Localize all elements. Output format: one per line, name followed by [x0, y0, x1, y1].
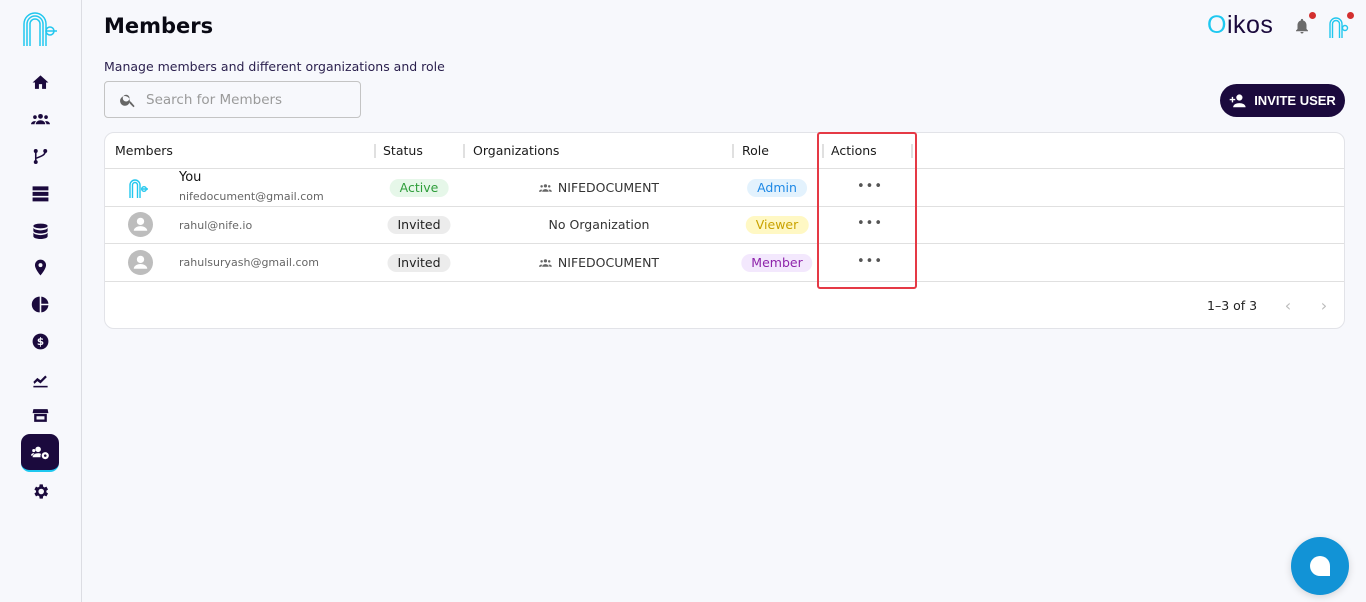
column-divider[interactable] [463, 144, 465, 158]
column-divider[interactable] [911, 144, 913, 158]
status-badge: Invited [387, 216, 451, 234]
server-icon [32, 185, 48, 201]
role-badge: Admin [747, 179, 807, 197]
invite-user-button[interactable]: INVITE USER [1220, 84, 1345, 117]
brand-prefix: O [1207, 11, 1227, 39]
sidebar-item-analytics[interactable] [21, 285, 59, 323]
location-pin-icon [34, 259, 46, 275]
table-row[interactable]: rahulsuryash@gmail.com Invited NIFEDOCUM… [105, 244, 1344, 282]
organization-name: NIFEDOCUMENT [557, 180, 660, 195]
invite-user-label: INVITE USER [1254, 93, 1336, 108]
page-subtitle: Manage members and different organizatio… [104, 59, 445, 74]
sidebar-item-teams[interactable] [21, 100, 59, 138]
groups-icon [30, 113, 50, 124]
storefront-icon [32, 408, 48, 422]
sidebar-item-storage[interactable] [21, 174, 59, 212]
sidebar-item-members[interactable] [21, 434, 59, 472]
chat-widget-button[interactable] [1291, 537, 1349, 595]
gear-icon [33, 483, 48, 499]
organization-cell: NIFEDOCUMENT [538, 180, 660, 195]
organization-cell: No Organization [549, 217, 650, 232]
groups-icon [538, 183, 552, 192]
home-icon [32, 74, 48, 89]
default-user-icon [133, 217, 148, 231]
dollar-icon: $ [32, 333, 48, 349]
sidebar-item-billing[interactable]: $ [21, 322, 59, 360]
manage-accounts-icon [30, 446, 49, 459]
notifications-button[interactable] [1293, 17, 1311, 35]
member-email: rahul@nife.io [179, 219, 253, 232]
brand-name: Oikos [1207, 11, 1273, 40]
sidebar-item-marketplace[interactable] [21, 396, 59, 434]
sidebar-item-locations[interactable] [21, 248, 59, 286]
column-divider[interactable] [732, 144, 734, 158]
database-icon [32, 223, 48, 239]
table-row[interactable]: You nifedocument@gmail.com Active NIFEDO… [105, 169, 1344, 207]
column-divider[interactable] [822, 144, 824, 158]
branch-icon [33, 148, 47, 164]
avatar [128, 250, 153, 275]
sidebar-item-databases[interactable] [21, 212, 59, 250]
previous-page-button[interactable]: ‹ [1276, 293, 1300, 317]
member-name: You [179, 170, 202, 185]
brand-avatar-icon [129, 179, 148, 198]
pie-chart-icon [31, 296, 48, 312]
status-badge: Active [389, 179, 449, 197]
row-actions-menu[interactable]: ••• [857, 179, 882, 194]
sidebar: $ [0, 0, 82, 602]
notification-badge [1309, 12, 1316, 19]
default-user-icon [133, 255, 148, 269]
avatar [128, 212, 153, 237]
person-add-icon [1229, 93, 1246, 107]
column-header-actions[interactable]: Actions [831, 133, 877, 169]
column-divider[interactable] [374, 144, 376, 158]
sidebar-item-branches[interactable] [21, 137, 59, 175]
column-header-status[interactable]: Status [383, 133, 423, 169]
status-badge: Invited [387, 254, 451, 272]
page-title: Members [104, 14, 214, 38]
column-header-role[interactable]: Role [742, 133, 769, 169]
brand-rest: ikos [1226, 11, 1274, 39]
bell-icon [1296, 18, 1308, 34]
organization-name: No Organization [548, 217, 650, 232]
members-table: Members Status Organizations Role Action… [104, 132, 1345, 329]
sidebar-item-monitoring[interactable] [21, 360, 59, 398]
next-page-button[interactable]: › [1312, 293, 1336, 317]
row-actions-menu[interactable]: ••• [857, 216, 882, 231]
pagination-range: 1–3 of 3 [1207, 298, 1258, 313]
profile-badge [1347, 12, 1354, 19]
search-input[interactable] [146, 91, 346, 108]
organization-cell: NIFEDOCUMENT [538, 255, 660, 270]
role-badge: Viewer [745, 216, 809, 234]
sidebar-item-settings[interactable] [21, 472, 59, 510]
chat-bubble-icon [1310, 556, 1330, 576]
column-header-members[interactable]: Members [115, 133, 173, 169]
search-field[interactable] [104, 81, 361, 118]
groups-icon [538, 258, 552, 267]
app-logo-icon[interactable] [18, 8, 62, 52]
sidebar-item-home[interactable] [21, 63, 59, 101]
trending-chart-icon [32, 375, 48, 387]
row-actions-menu[interactable]: ••• [857, 254, 882, 269]
organization-name: NIFEDOCUMENT [557, 255, 660, 270]
member-email: nifedocument@gmail.com [179, 190, 324, 203]
role-badge: Member [741, 254, 813, 272]
member-email: rahulsuryash@gmail.com [179, 256, 319, 269]
table-header: Members Status Organizations Role Action… [105, 133, 1344, 169]
table-row[interactable]: rahul@nife.io Invited No Organization Vi… [105, 207, 1344, 244]
column-header-organizations[interactable]: Organizations [473, 133, 559, 169]
search-icon [120, 94, 135, 107]
svg-text:$: $ [36, 336, 43, 348]
